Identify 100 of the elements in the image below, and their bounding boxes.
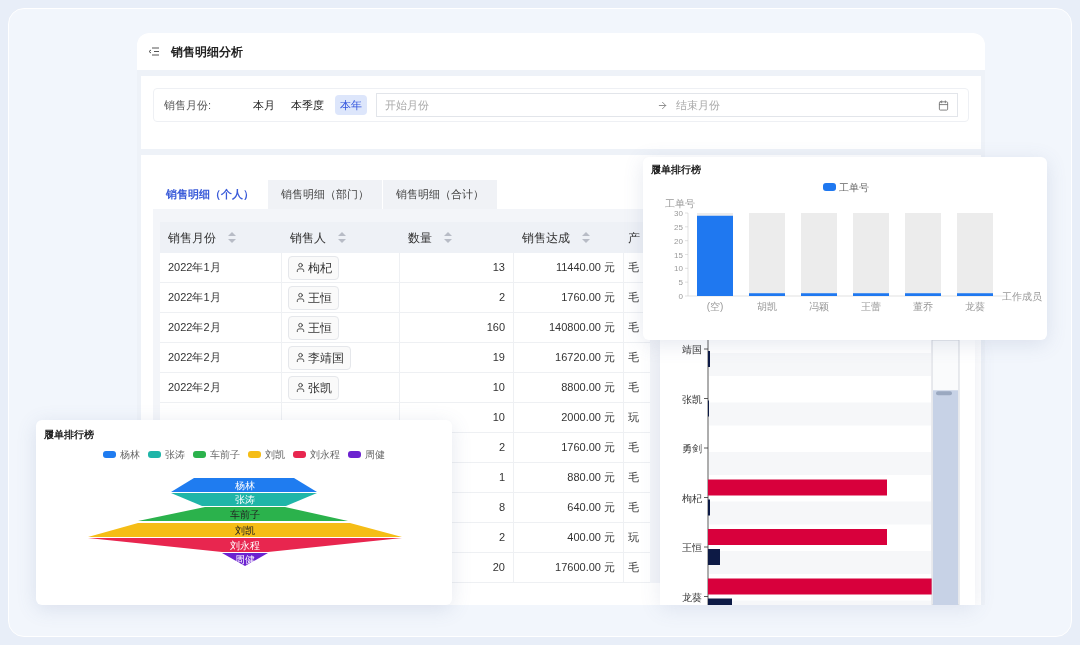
person-tag: 李靖国 — [288, 345, 351, 370]
table-cell-text: 640.00 元 — [567, 500, 615, 516]
column-header: 销售达成 — [522, 229, 570, 247]
table-cell-text: 2 — [498, 530, 505, 546]
person-tag: 枸杞 — [288, 255, 339, 280]
period-option[interactable]: 本季度 — [286, 94, 329, 116]
sort-icon[interactable] — [582, 232, 590, 243]
table-cell-text: 2 — [498, 290, 505, 306]
table-cell-text: 玩 — [628, 410, 639, 426]
table-cell-text: 880.00 元 — [567, 470, 615, 486]
tick-label: 5 — [678, 278, 683, 288]
table-cell-text: 16720.00 元 — [555, 350, 615, 366]
table-cell-text: 毛 — [628, 350, 639, 366]
tick-label: 15 — [674, 250, 683, 260]
legend-label: 工单号 — [839, 182, 869, 193]
sort-icon[interactable] — [228, 232, 236, 243]
end-month-placeholder: 结束月份 — [676, 97, 721, 113]
period-option[interactable]: 本月 — [248, 94, 280, 116]
column-header: 销售人 — [290, 229, 326, 247]
bar — [905, 293, 941, 296]
zoom-handle[interactable] — [933, 390, 958, 605]
tick-label: 20 — [674, 236, 683, 246]
zoom-slider[interactable] — [931, 340, 960, 605]
table-cell-text: 毛 — [628, 290, 639, 306]
person-icon — [295, 352, 306, 363]
filter-label: 销售月份: — [164, 97, 213, 113]
person-tag: 王恒 — [288, 285, 339, 310]
period-option[interactable]: 本年 — [335, 94, 367, 116]
funnel-segment: 刘凯 — [88, 523, 402, 537]
axis-label: 张凯 — [682, 393, 702, 405]
table-cell-text: 11440.00 元 — [555, 260, 615, 276]
table-cell-text: 20 — [492, 560, 505, 576]
axis-label: 靖国 — [682, 344, 702, 355]
funnel-segment: 杨林 — [171, 478, 317, 492]
table-cell-text: 400.00 元 — [567, 530, 615, 546]
table-cell-text: 1760.00 元 — [561, 440, 615, 456]
table-cell-text: 2022年1月 — [168, 260, 221, 276]
axis-title: 工作成员 — [1002, 291, 1042, 302]
bar — [957, 293, 993, 296]
tick-label: 10 — [674, 264, 683, 274]
sort-icon[interactable] — [338, 232, 346, 243]
table-cell-text: 玩 — [628, 530, 639, 546]
axis-label: 王蕾 — [861, 301, 881, 312]
table-cell-text: 毛 — [628, 500, 639, 516]
tab[interactable]: 销售明细（部门） — [268, 180, 382, 209]
bar — [749, 293, 785, 296]
table-cell-text: 17600.00 元 — [555, 560, 615, 576]
bar — [708, 549, 720, 565]
person-icon — [295, 262, 306, 273]
person-tag: 王恒 — [288, 315, 339, 340]
axis-label: 龙葵 — [682, 591, 702, 603]
column-header: 产 — [628, 229, 640, 247]
axis-label: (空) — [706, 301, 724, 312]
legend-label: 周健 — [365, 448, 385, 462]
table-cell-text: 2022年2月 — [168, 350, 221, 366]
axis-label: 冯颖 — [809, 301, 829, 312]
legend-label: 车前子 — [210, 448, 240, 462]
person-icon — [295, 382, 306, 393]
legend-label: 刘凯 — [265, 448, 285, 462]
chart-title: 履单排行榜 — [651, 163, 701, 177]
table-cell-text: 毛 — [628, 560, 639, 576]
table-cell-text: 8 — [498, 500, 505, 516]
bar — [801, 293, 837, 296]
table-cell-text: 2022年1月 — [168, 290, 221, 306]
tick-label: 30 — [674, 209, 683, 218]
legend-label: 张涛 — [165, 448, 185, 462]
person-icon — [295, 322, 306, 333]
table-cell-text: 毛 — [628, 380, 639, 396]
column-header: 数量 — [408, 229, 432, 247]
table-cell-text: 2 — [498, 440, 505, 456]
table-cell-text: 毛 — [628, 320, 639, 336]
table-cell-text: 2000.00 元 — [561, 410, 615, 426]
calendar-icon — [938, 99, 949, 111]
start-month-placeholder: 开始月份 — [385, 97, 430, 113]
axis-label: 王恒 — [682, 542, 702, 553]
tick-label: 25 — [674, 222, 683, 232]
table-cell-text: 毛 — [628, 440, 639, 456]
table-cell-text: 8800.00 元 — [561, 380, 615, 396]
axis-label: 董乔 — [913, 301, 933, 312]
table-cell-text: 10 — [492, 410, 505, 426]
table-cell-text: 19 — [492, 350, 505, 366]
table-cell-text: 毛 — [628, 470, 639, 486]
menu-fold-icon[interactable] — [149, 47, 159, 56]
funnel-segment: 张涛 — [171, 493, 317, 506]
tick-label: 0 — [678, 292, 683, 301]
table-cell-text: 13 — [492, 260, 505, 276]
tab[interactable]: 销售明细（合计） — [383, 180, 497, 209]
bar — [853, 293, 889, 296]
table-cell-text: 160 — [486, 320, 505, 336]
table-cell-text: 2022年2月 — [168, 320, 221, 336]
bar — [708, 598, 732, 605]
table-cell-text: 2022年2月 — [168, 380, 221, 396]
sort-icon[interactable] — [444, 232, 452, 243]
person-icon — [295, 292, 306, 303]
funnel-segment: 车前子 — [138, 507, 348, 521]
person-tag: 张凯 — [288, 375, 339, 400]
table-cell-text: 140800.00 元 — [548, 320, 615, 336]
window-title: 销售明细分析 — [171, 43, 243, 61]
table-cell-text: 10 — [492, 380, 505, 396]
axis-label: 勇剑 — [682, 443, 702, 454]
